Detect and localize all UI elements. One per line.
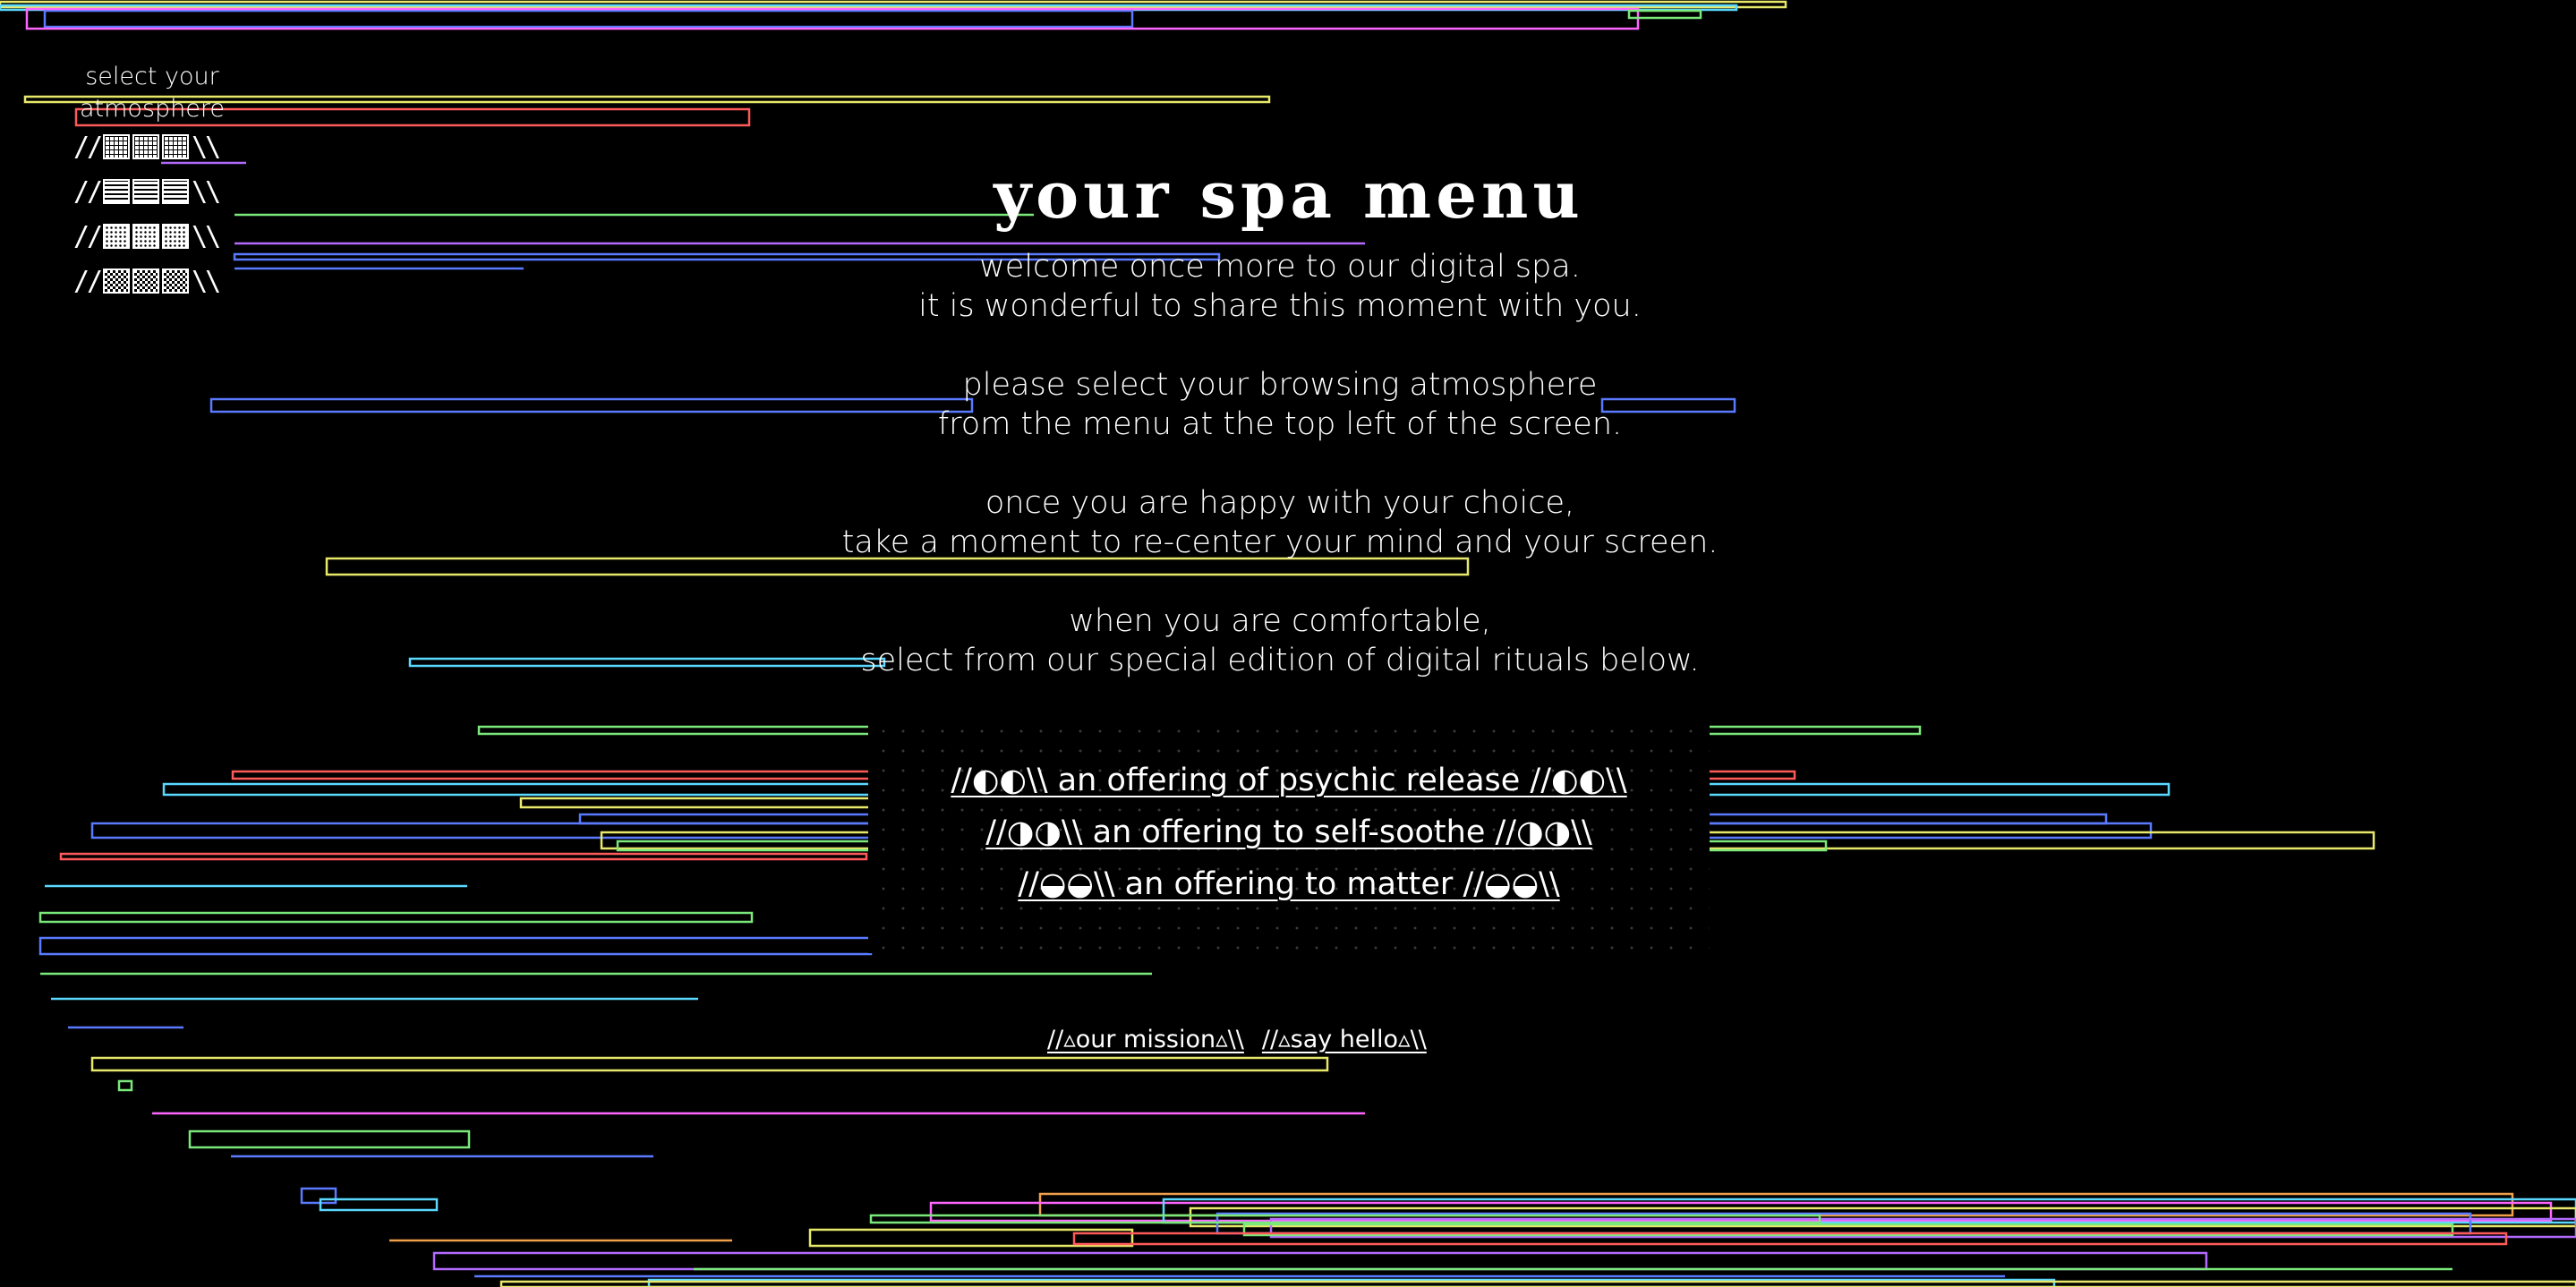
- intro-line: from the menu at the top left of the scr…: [937, 406, 1623, 442]
- rituals-panel: //◐◐\\ an offering of psychic release //…: [868, 716, 1710, 953]
- checker-pattern-icon: [103, 268, 190, 294]
- atmosphere-option-suffix: \\: [192, 265, 221, 297]
- ritual-link-to-matter[interactable]: //◒◒\\ an offering to matter //◒◒\\: [868, 866, 1710, 902]
- atmosphere-option-grid[interactable]: // \\: [73, 131, 221, 163]
- footer-links: //▵our mission▵\\ //▵say hello▵\\: [1047, 1026, 1427, 1053]
- intro-paragraph-rituals: when you are comfortable, select from ou…: [788, 601, 1772, 680]
- grid-pattern-icon: [103, 134, 190, 159]
- atmosphere-label-line2: atmosphere: [80, 95, 225, 123]
- intro-line: welcome once more to our digital spa.: [979, 249, 1581, 285]
- intro-line: select from our special edition of digit…: [860, 643, 1700, 678]
- ritual-link-psychic-release[interactable]: //◐◐\\ an offering of psychic release //…: [868, 763, 1710, 798]
- intro-line: take a moment to re-center your mind and…: [841, 524, 1719, 560]
- intro-text: welcome once more to our digital spa. it…: [788, 247, 1772, 720]
- atmosphere-label-line1: select your: [85, 63, 219, 90]
- page-title: your spa menu: [994, 157, 1584, 233]
- atmosphere-option-suffix: \\: [192, 131, 221, 163]
- intro-paragraph-atmosphere: please select your browsing atmosphere f…: [788, 365, 1772, 444]
- ritual-link-self-soothe[interactable]: //◑◑\\ an offering to self-soothe //◑◑\\: [868, 814, 1710, 850]
- atmosphere-option-dots[interactable]: // \\: [73, 220, 221, 252]
- our-mission-link[interactable]: //▵our mission▵\\: [1047, 1026, 1244, 1053]
- lines-pattern-icon: [103, 179, 190, 204]
- intro-line: when you are comfortable,: [1069, 603, 1491, 639]
- atmosphere-option-prefix: //: [73, 131, 103, 163]
- atmosphere-option-suffix: \\: [192, 220, 221, 252]
- atmosphere-option-lines[interactable]: // \\: [73, 175, 221, 208]
- dots-pattern-icon: [103, 224, 190, 249]
- intro-line: please select your browsing atmosphere: [962, 367, 1598, 403]
- atmosphere-option-checker[interactable]: // \\: [73, 265, 221, 297]
- atmosphere-option-prefix: //: [73, 265, 103, 297]
- intro-line: once you are happy with your choice,: [985, 485, 1575, 521]
- intro-paragraph-welcome: welcome once more to our digital spa. it…: [788, 247, 1772, 326]
- atmosphere-option-prefix: //: [73, 220, 103, 252]
- intro-line: it is wonderful to share this moment wit…: [918, 288, 1642, 324]
- atmosphere-option-prefix: //: [73, 175, 103, 208]
- atmosphere-menu-label: select your atmosphere: [54, 61, 251, 125]
- intro-paragraph-recenter: once you are happy with your choice, tak…: [788, 483, 1772, 562]
- atmosphere-option-suffix: \\: [192, 175, 221, 208]
- say-hello-link[interactable]: //▵say hello▵\\: [1262, 1026, 1427, 1053]
